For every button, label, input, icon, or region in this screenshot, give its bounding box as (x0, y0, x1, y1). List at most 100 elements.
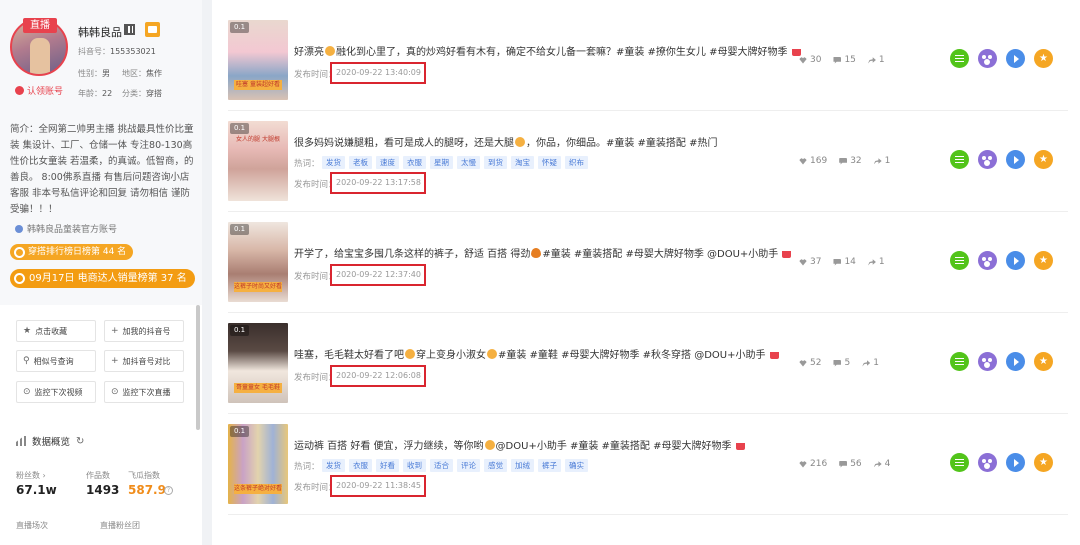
cart-icon[interactable] (782, 250, 792, 258)
hot-word-tag[interactable]: 到货 (484, 156, 507, 169)
hot-word-tag[interactable]: 淘宝 (511, 156, 534, 169)
favorite-icon[interactable] (1034, 352, 1053, 371)
hot-word-tag[interactable]: 裤子 (538, 459, 561, 472)
age-value: 22 (102, 89, 113, 98)
search-icon: ⚲ (23, 356, 30, 366)
similar-account-button[interactable]: ⚲ 相似号查询 (16, 350, 96, 372)
hot-word-tag[interactable]: 衣服 (349, 459, 372, 472)
detail-icon[interactable] (950, 251, 969, 270)
sidebar-scrollbar[interactable] (196, 305, 200, 430)
detail-icon[interactable] (950, 49, 969, 68)
comments: 5 (833, 358, 850, 368)
star-icon: ★ (23, 326, 32, 336)
video-thumbnail[interactable]: 0.1 哇塞 童装超好看 (228, 20, 288, 100)
favorite-icon[interactable] (1034, 251, 1053, 270)
hot-word-tag[interactable]: 怀疑 (538, 156, 561, 169)
official-account[interactable]: 韩韩良品童装官方账号 (15, 222, 117, 235)
row-actions (950, 150, 1053, 169)
hot-word-tag[interactable]: 发货 (322, 459, 345, 472)
gender-value: 男 (102, 69, 110, 78)
play-icon[interactable] (1006, 352, 1025, 371)
compare-account-button[interactable]: + 加抖音号对比 (104, 350, 184, 372)
cart-icon[interactable] (769, 351, 779, 359)
hot-word-tag[interactable]: 确实 (565, 459, 588, 472)
bio: 简介：全网第二帅男主播 挑战最具性价比童装 集设计、工厂、仓储一体 专注80-1… (10, 124, 194, 215)
audience-icon[interactable] (978, 453, 997, 472)
hot-word-tag[interactable]: 适合 (430, 459, 453, 472)
share-icon (867, 57, 876, 64)
monitor-live-button[interactable]: ⊙ 监控下次直播 (104, 381, 184, 403)
heart-icon (799, 460, 807, 468)
refresh-icon[interactable]: ↻ (76, 436, 84, 447)
hot-word-tag[interactable]: 速度 (376, 156, 399, 169)
thumb-badge: 0.1 (230, 224, 250, 235)
fans-label[interactable]: 粉丝数 › (16, 470, 46, 481)
audience-icon[interactable] (978, 49, 997, 68)
hot-word-tag[interactable]: 老板 (349, 156, 372, 169)
rank-badge-daily[interactable]: 穿搭排行榜日榜第 44 名 (10, 244, 134, 260)
favorite-icon[interactable] (1034, 453, 1053, 472)
shares-value: 1 (878, 55, 885, 65)
live-badge[interactable]: 直播 (23, 18, 57, 33)
video-thumbnail[interactable]: 0.1 哥童童女 毛毛鞋 (228, 323, 288, 403)
video-description[interactable]: 哇塞，毛毛鞋太好看了吧 穿上变身小淑女 #童装 #童鞋 #母婴大牌好物季 #秋冬穿搭… (294, 346, 779, 361)
likes: 37 (799, 257, 821, 267)
favorite-icon[interactable] (1034, 49, 1053, 68)
hot-word-tag[interactable]: 发货 (322, 156, 345, 169)
video-row: 0.1 这裤子时尚又好看 开学了，给宝宝多囤几条这样的裤子，舒适 百搭 得劲 #童… (228, 212, 1068, 313)
likes-value: 37 (810, 257, 822, 267)
play-icon[interactable] (1006, 251, 1025, 270)
cart-icon[interactable] (735, 442, 745, 450)
play-icon[interactable] (1006, 453, 1025, 472)
douyin-id-value: 155353021 (110, 47, 156, 56)
shop-icon[interactable] (145, 22, 160, 37)
detail-icon[interactable] (950, 453, 969, 472)
detail-icon[interactable] (950, 352, 969, 371)
video-description[interactable]: 很多妈妈说嫌腿粗，看可是成人的腿呀，还是大腿 ，你品，你细品。#童装 #童装搭配 … (294, 134, 718, 149)
desc-part-a: 运动裤 百搭 好看 便宜，浮力继续，等你哟 (294, 441, 484, 452)
audience-icon[interactable] (978, 150, 997, 169)
hot-word-tag[interactable]: 织布 (565, 156, 588, 169)
hot-word-tag[interactable]: 太慢 (457, 156, 480, 169)
account-name: 韩韩良品 (78, 26, 122, 39)
play-icon[interactable] (1006, 150, 1025, 169)
publish-time: 2020-09-22 13:40:09 (330, 62, 426, 84)
favorite-icon[interactable] (1034, 150, 1053, 169)
hot-word-tag[interactable]: 评论 (457, 459, 480, 472)
thumb-badge: 0.1 (230, 123, 250, 134)
video-description[interactable]: 运动裤 百搭 好看 便宜，浮力继续，等你哟 @DOU+小助手 #童装 #童装搭配 … (294, 437, 745, 452)
video-thumbnail[interactable]: 0.1 女人的腿 大腿根 (228, 121, 288, 201)
video-thumbnail[interactable]: 0.1 这条裤子绝对好看 (228, 424, 288, 504)
region-value: 焦作 (146, 69, 162, 78)
audience-icon[interactable] (978, 352, 997, 371)
works-label: 作品数 (86, 471, 110, 480)
hot-word-tag[interactable]: 衣服 (403, 156, 426, 169)
shares: 4 (873, 459, 890, 469)
audience-icon[interactable] (978, 251, 997, 270)
video-description[interactable]: 开学了，给宝宝多囤几条这样的裤子，舒适 百搭 得劲 #童装 #童装搭配 #母婴大牌… (294, 245, 792, 260)
play-icon[interactable] (1006, 49, 1025, 68)
help-icon[interactable]: ? (164, 486, 173, 495)
douyin-id-label: 抖音号： (78, 47, 110, 56)
hot-word-tag[interactable]: 加绒 (511, 459, 534, 472)
hot-word-tag[interactable]: 好看 (376, 459, 399, 472)
qr-code-icon[interactable] (124, 24, 135, 35)
favorite-button[interactable]: ★ 点击收藏 (16, 320, 96, 342)
publish-time: 2020-09-22 12:06:08 (330, 365, 426, 387)
video-thumbnail[interactable]: 0.1 这裤子时尚又好看 (228, 222, 288, 302)
likes: 52 (799, 358, 821, 368)
detail-icon[interactable] (950, 150, 969, 169)
rank-badge-sales[interactable]: 09月17日 电商达人销量榜第 37 名 (10, 269, 195, 288)
claim-account[interactable]: 认领账号 (15, 84, 63, 97)
desc-part-b: ，你品，你细品。#童装 #童装搭配 #热门 (526, 138, 718, 149)
hot-word-tag[interactable]: 感觉 (484, 459, 507, 472)
hot-word-tag[interactable]: 收到 (403, 459, 426, 472)
fans-value: 67.1w (16, 483, 57, 497)
gender: 性别：男 (78, 68, 110, 79)
likes-value: 169 (810, 156, 828, 166)
add-my-account-button[interactable]: + 加我的抖音号 (104, 320, 184, 342)
monitor-video-button[interactable]: ⊙ 监控下次视频 (16, 381, 96, 403)
video-description[interactable]: 好漂亮 融化到心里了，真的炒鸡好看有木有，确定不给女儿备一套嘛？#童装 #撩你生女… (294, 43, 801, 58)
share-icon (867, 259, 876, 266)
hot-word-tag[interactable]: 星期 (430, 156, 453, 169)
